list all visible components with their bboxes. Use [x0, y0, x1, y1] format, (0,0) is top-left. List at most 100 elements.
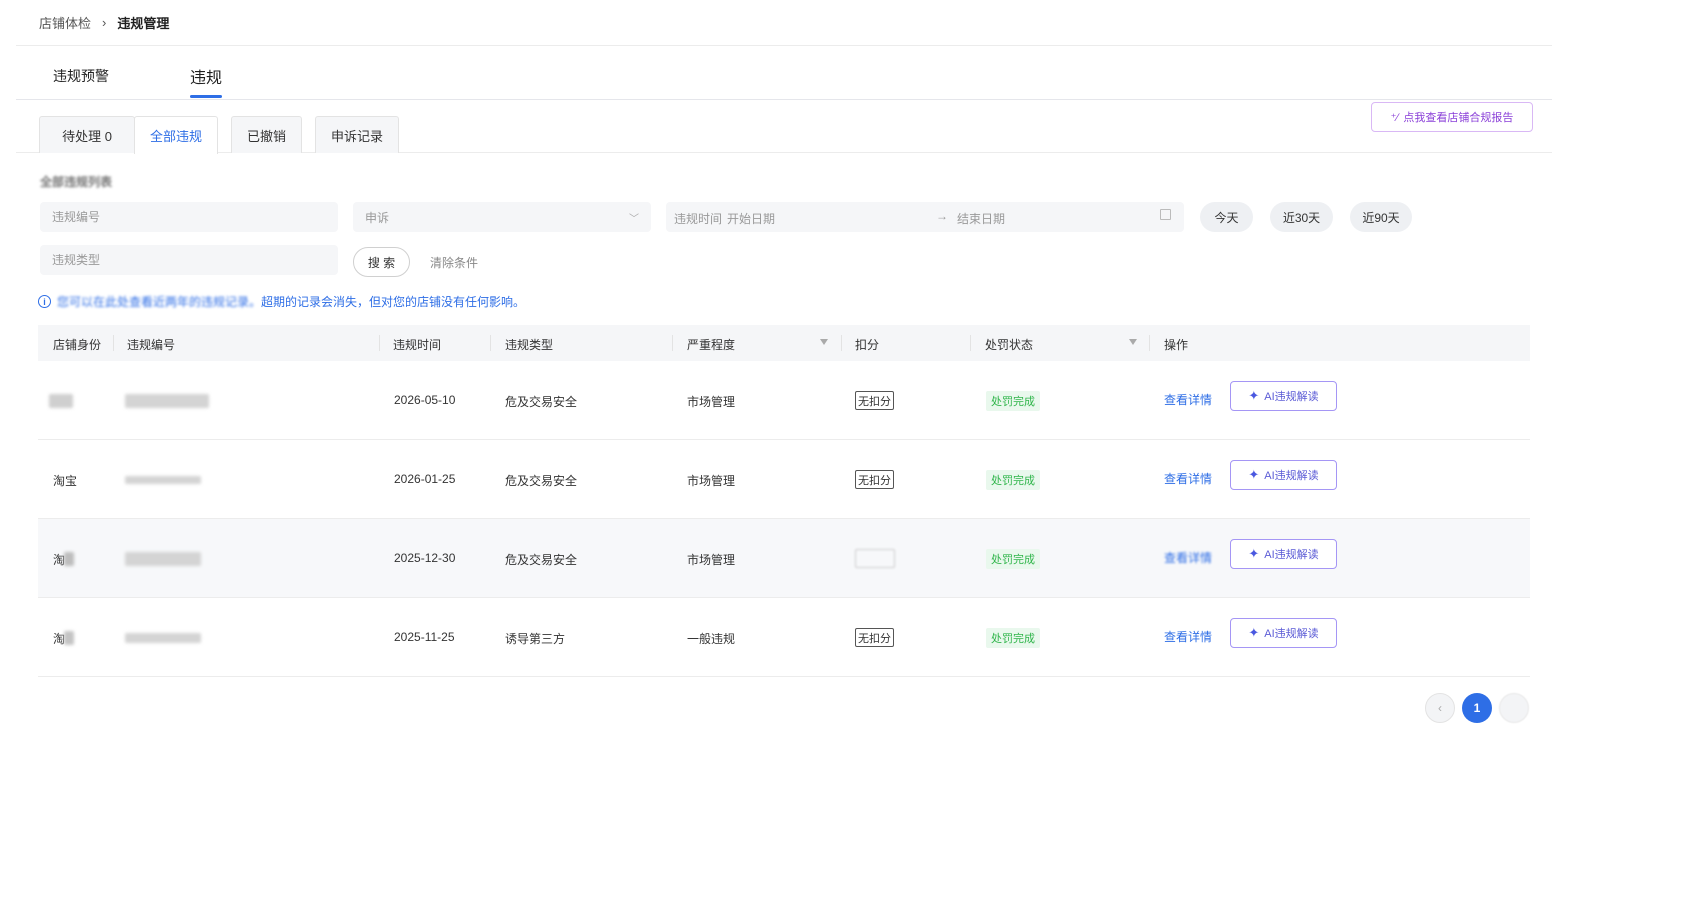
violation-type: 危及交易安全 [505, 553, 578, 567]
subtab-pending[interactable]: 待处理 0 [39, 116, 135, 153]
breadcrumb: 店铺体检 › 违规管理 [16, 0, 1552, 46]
violation-time: 2026-05-10 [394, 393, 456, 407]
appeal-select-placeholder: 申诉 [365, 210, 390, 225]
view-detail-link[interactable]: 查看详情 [1164, 470, 1212, 487]
severity-filter-icon[interactable] [820, 339, 828, 345]
compliance-report-label: 点我查看店铺合规报告 [1403, 112, 1514, 124]
ai-interpret-label: AI违规解读 [1264, 628, 1319, 640]
column-divider [379, 335, 380, 351]
th-violation-type: 违规类型 [505, 338, 554, 352]
tab-violation-warning[interactable]: 违规预警 [53, 66, 109, 100]
score-tag: 无扣分 [855, 470, 894, 489]
violation-no-redacted [125, 552, 201, 566]
severity: 市场管理 [687, 474, 736, 488]
th-violation-no: 违规编号 [127, 338, 176, 352]
ai-interpret-label: AI违规解读 [1264, 549, 1319, 561]
violation-type-input[interactable] [40, 245, 338, 275]
column-divider [841, 335, 842, 351]
score-tag: 无扣分 [855, 628, 894, 647]
ai-interpret-button[interactable]: ✦ AI违规解读 [1230, 539, 1337, 569]
view-detail-link[interactable]: 查看详情 [1164, 628, 1212, 645]
status-badge: 处罚完成 [986, 628, 1040, 648]
arrow-right-icon: → [936, 209, 948, 223]
th-penalty-status: 处罚状态 [985, 338, 1034, 352]
status-filter-icon[interactable] [1129, 339, 1137, 345]
start-date-input[interactable]: 开始日期 [727, 210, 775, 227]
shop-identity-redacted [49, 394, 73, 408]
quick-30-days-button[interactable]: 近30天 [1270, 202, 1333, 232]
pagination: ‹ 1 [1425, 693, 1529, 723]
quick-today-button[interactable]: 今天 [1200, 202, 1253, 232]
violation-type: 危及交易安全 [505, 395, 578, 409]
severity: 一般违规 [687, 632, 736, 646]
violation-time: 2026-01-25 [394, 472, 456, 486]
page-1-button[interactable]: 1 [1462, 693, 1492, 723]
notice-text-blurred: 您可以在此处查看近两年的违规记录。 [57, 295, 262, 309]
severity: 市场管理 [687, 553, 736, 567]
next-page-button[interactable] [1499, 693, 1529, 723]
column-divider [970, 335, 971, 351]
prev-page-button[interactable]: ‹ [1425, 693, 1455, 723]
main-tabs: 违规预警 违规 [16, 46, 1552, 100]
magic-wand-icon: ⁺∕ [1390, 111, 1399, 124]
ai-interpret-button[interactable]: ✦ AI违规解读 [1230, 618, 1337, 648]
chevron-right-icon: › [102, 15, 107, 30]
notice: i 您可以在此处查看近两年的违规记录。 超期的记录会消失，但对您的店铺没有任何影… [38, 293, 525, 310]
violation-type: 危及交易安全 [505, 474, 578, 488]
clear-filters-button[interactable]: 清除条件 [430, 254, 478, 271]
th-score: 扣分 [855, 338, 880, 352]
view-detail-link[interactable]: 查看详情 [1164, 549, 1212, 566]
table-header: 店铺身份 违规编号 违规时间 违规类型 严重程度 扣分 处罚状态 操作 [38, 325, 1530, 361]
violation-time: 2025-12-30 [394, 551, 456, 565]
violation-date-range[interactable]: 违规时间 开始日期 → 结束日期 [666, 202, 1184, 232]
chevron-down-icon: ﹀ [629, 214, 639, 225]
violation-no-redacted [125, 633, 201, 643]
status-badge: 处罚完成 [986, 470, 1040, 490]
violation-no-redacted [125, 394, 209, 408]
subtab-appeal-records[interactable]: 申诉记录 [315, 116, 399, 153]
info-icon: i [38, 295, 51, 308]
section-title: 全部违规列表 [40, 175, 113, 189]
th-severity: 严重程度 [687, 338, 736, 352]
violation-time: 2025-11-25 [394, 630, 455, 644]
sparkle-icon: ✦ [1248, 625, 1260, 640]
ai-interpret-label: AI违规解读 [1264, 470, 1319, 482]
appeal-select[interactable]: 申诉 ﹀ [353, 202, 651, 232]
shop-identity-redacted [64, 552, 74, 566]
column-divider [1149, 335, 1150, 351]
th-actions: 操作 [1164, 338, 1189, 352]
th-violation-time: 违规时间 [393, 338, 442, 352]
violation-no-input[interactable] [40, 202, 338, 232]
view-detail-link[interactable]: 查看详情 [1164, 391, 1212, 408]
shop-identity: 淘宝 [53, 474, 78, 488]
subtab-all-violations[interactable]: 全部违规 [134, 116, 218, 154]
ai-interpret-button[interactable]: ✦ AI违规解读 [1230, 460, 1337, 490]
breadcrumb-current: 违规管理 [117, 16, 170, 31]
quick-90-days-button[interactable]: 近90天 [1350, 202, 1412, 232]
search-button[interactable]: 搜 索 [353, 247, 410, 277]
score-tag [855, 549, 895, 568]
score-tag: 无扣分 [855, 391, 894, 410]
table-row: 淘 2025-12-30 危及交易安全 市场管理 处罚完成 查看详情 ✦ AI违… [38, 519, 1530, 598]
end-date-input[interactable]: 结束日期 [957, 210, 1005, 227]
sparkle-icon: ✦ [1248, 546, 1260, 561]
column-divider [490, 335, 491, 351]
status-badge: 处罚完成 [986, 549, 1040, 569]
column-divider [672, 335, 673, 351]
sparkle-icon: ✦ [1248, 467, 1260, 482]
ai-interpret-button[interactable]: ✦ AI违规解读 [1230, 381, 1337, 411]
calendar-icon [1160, 209, 1171, 220]
sub-tabs: 待处理 0 全部违规 已撤销 申诉记录 ⁺∕ 点我查看店铺合规报告 [16, 100, 1552, 154]
subtab-revoked[interactable]: 已撤销 [231, 116, 302, 153]
violations-table: 店铺身份 违规编号 违规时间 违规类型 严重程度 扣分 处罚状态 操作 2026… [38, 325, 1530, 677]
tab-violation[interactable]: 违规 [190, 64, 223, 98]
breadcrumb-parent[interactable]: 店铺体检 [39, 13, 91, 32]
ai-interpret-label: AI违规解读 [1264, 391, 1319, 403]
compliance-report-button[interactable]: ⁺∕ 点我查看店铺合规报告 [1371, 102, 1533, 132]
date-range-label: 违规时间 [674, 212, 723, 226]
shop-identity-redacted [64, 631, 74, 645]
severity: 市场管理 [687, 395, 736, 409]
status-badge: 处罚完成 [986, 391, 1040, 411]
table-row: 淘 2025-11-25 诱导第三方 一般违规 无扣分 处罚完成 查看详情 ✦ … [38, 598, 1530, 677]
notice-text: 超期的记录会消失，但对您的店铺没有任何影响。 [261, 295, 526, 309]
